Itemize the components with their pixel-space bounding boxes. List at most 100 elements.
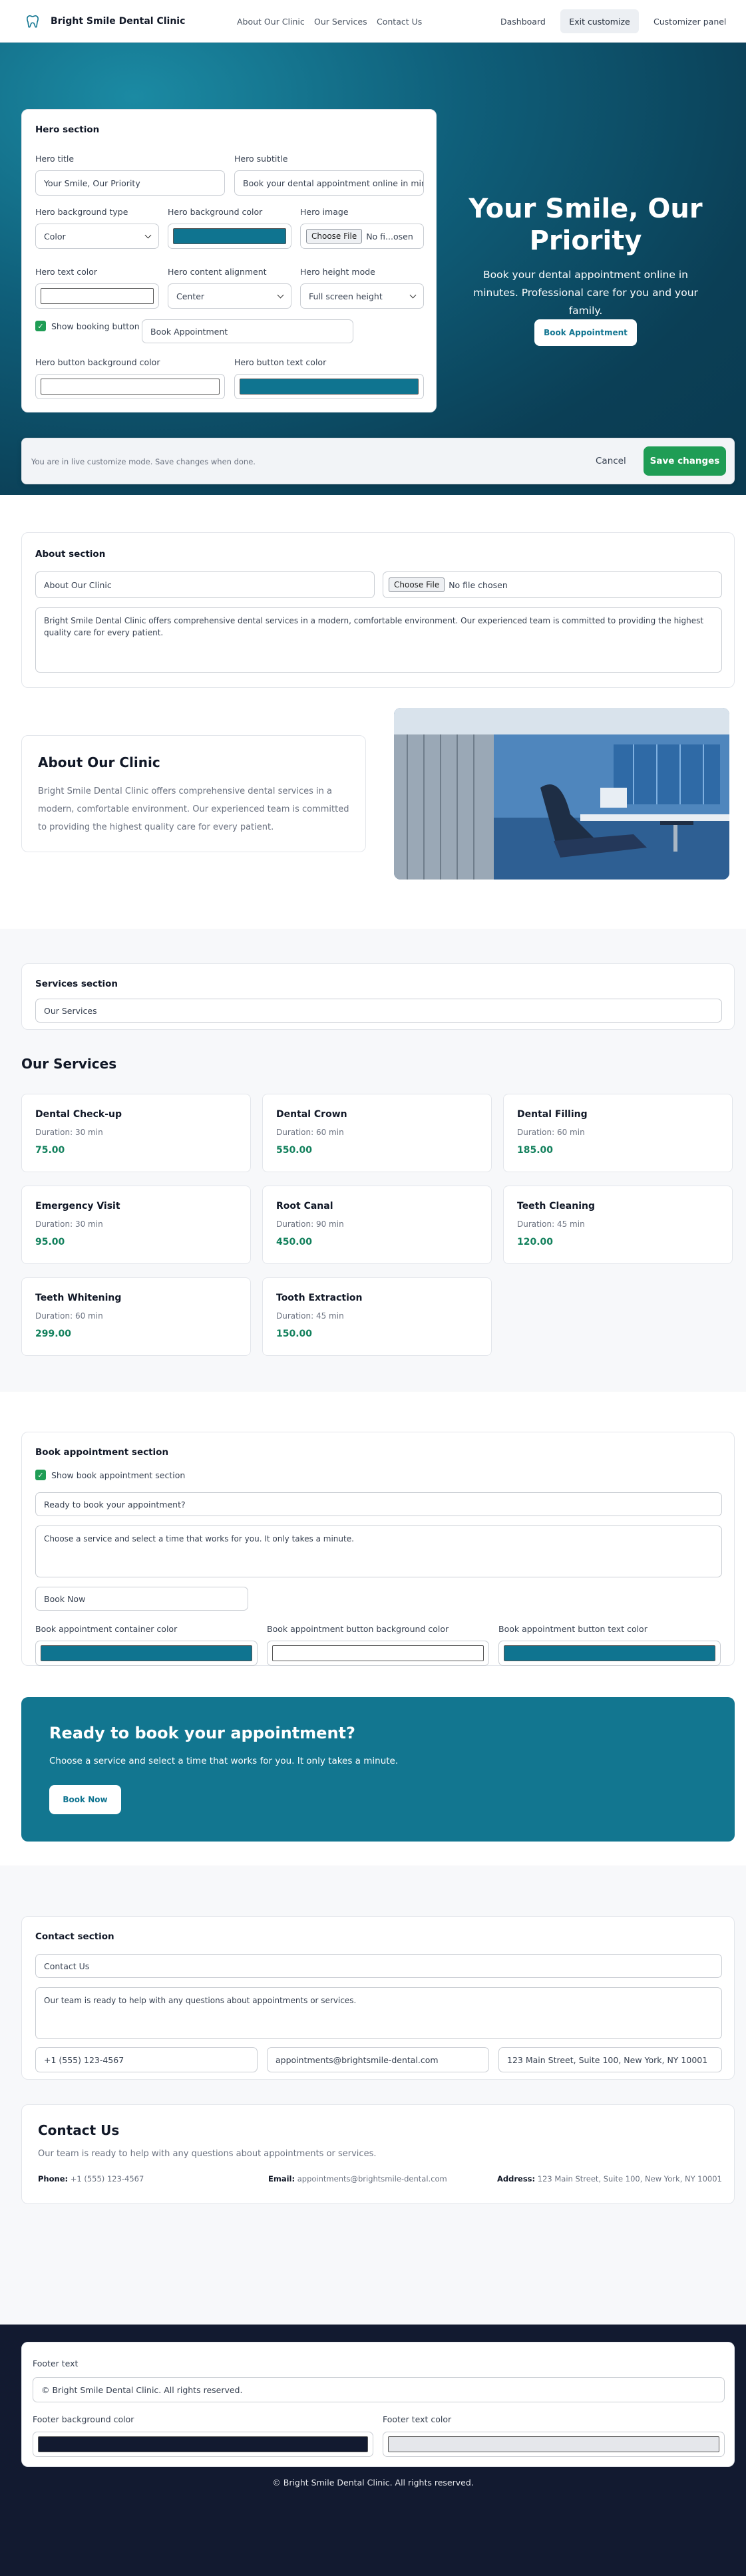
services-title-input[interactable]: Our Services (35, 999, 722, 1023)
book-btn-text-picker[interactable] (498, 1641, 721, 1666)
brand-name[interactable]: Bright Smile Dental Clinic (51, 16, 185, 27)
service-card[interactable]: Tooth Extraction Duration: 45 min 150.00 (262, 1277, 492, 1356)
book-title-input[interactable]: Ready to book your appointment? (35, 1492, 722, 1516)
clinic-photo (394, 708, 729, 880)
contact-body: Our team is ready to help with any quest… (38, 2149, 377, 2159)
customizer-panel-link[interactable]: Customizer panel (653, 17, 726, 27)
about-body-textarea[interactable]: Bright Smile Dental Clinic offers compre… (35, 607, 722, 673)
show-booking-checkbox[interactable]: ✓ (35, 321, 46, 331)
hero-panel-title: Hero section (35, 124, 100, 135)
service-name: Teeth Cleaning (517, 1201, 595, 1211)
choose-file-button[interactable]: Choose File (306, 229, 363, 243)
service-price: 120.00 (517, 1237, 554, 1247)
hero-btn-text-label: Hero button text color (234, 357, 327, 367)
phone-value[interactable]: +1 (555) 123-4567 (71, 2174, 144, 2183)
footer-settings-panel: Footer text © Bright Smile Dental Clinic… (21, 2342, 735, 2467)
service-card[interactable]: Teeth Whitening Duration: 60 min 299.00 (21, 1277, 251, 1356)
services-panel-title: Services section (35, 979, 118, 989)
service-card[interactable]: Teeth Cleaning Duration: 45 min 120.00 (503, 1186, 733, 1264)
book-banner: Ready to book your appointment? Choose a… (21, 1697, 735, 1842)
about-title-input[interactable]: About Our Clinic (35, 571, 375, 598)
service-name: Emergency Visit (35, 1201, 120, 1211)
service-card[interactable]: Root Canal Duration: 90 min 450.00 (262, 1186, 492, 1264)
contact-address-input[interactable]: 123 Main Street, Suite 100, New York, NY… (498, 2047, 722, 2072)
contact-email-input[interactable]: appointments@brightsmile-dental.com (267, 2047, 489, 2072)
book-now-button[interactable]: Book Now (49, 1785, 121, 1814)
service-duration: Duration: 30 min (35, 1219, 103, 1229)
book-btn-bg-picker[interactable] (267, 1641, 489, 1666)
book-panel-title: Book appointment section (35, 1447, 169, 1458)
book-btn-text-label: Book appointment button text color (498, 1624, 648, 1634)
email-value[interactable]: appointments@brightsmile-dental.com (297, 2174, 447, 2183)
contact-title-input[interactable]: Contact Us (35, 1954, 722, 1978)
service-card[interactable]: Dental Crown Duration: 60 min 550.00 (262, 1094, 492, 1172)
hero-image-label: Hero image (300, 207, 349, 217)
service-price: 550.00 (276, 1145, 313, 1156)
book-button-text-input[interactable]: Book Now (35, 1587, 248, 1611)
contact-body-textarea[interactable]: Our team is ready to help with any quest… (35, 1987, 722, 2039)
hero-alignment-select[interactable]: Center (168, 283, 291, 309)
exit-customize-button[interactable]: Exit customize (560, 9, 639, 33)
hero-title-input[interactable]: Your Smile, Our Priority (35, 170, 225, 196)
service-price: 185.00 (517, 1145, 554, 1156)
cancel-button[interactable]: Cancel (596, 456, 626, 466)
footer-bg-picker[interactable] (33, 2432, 373, 2457)
services-settings-panel: Services section Our Services (21, 963, 735, 1030)
book-banner-title: Ready to book your appointment? (49, 1724, 355, 1742)
service-name: Dental Filling (517, 1109, 588, 1120)
service-duration: Duration: 30 min (35, 1128, 103, 1137)
hero-booking-text-input[interactable]: Book Appointment (142, 319, 353, 343)
service-price: 450.00 (276, 1237, 313, 1247)
service-name: Dental Check-up (35, 1109, 122, 1120)
hero-book-button[interactable]: Book Appointment (534, 319, 637, 346)
service-card[interactable]: Emergency Visit Duration: 30 min 95.00 (21, 1186, 251, 1264)
service-price: 150.00 (276, 1329, 313, 1339)
choose-file-button[interactable]: Choose File (389, 577, 445, 592)
hero-text-color-label: Hero text color (35, 267, 97, 277)
service-duration: Duration: 60 min (517, 1128, 585, 1137)
save-changes-button[interactable]: Save changes (644, 446, 726, 476)
hero-image-file-input[interactable]: Choose File No fi...osen (300, 224, 424, 249)
footer-text-color-label: Footer text color (383, 2414, 452, 2424)
service-duration: Duration: 90 min (276, 1219, 344, 1229)
book-container-color-picker[interactable] (35, 1641, 258, 1666)
about-image-file-input[interactable]: Choose File No file chosen (383, 571, 722, 598)
about-body: Bright Smile Dental Clinic offers compre… (38, 786, 349, 832)
book-banner-body: Choose a service and select a time that … (49, 1756, 399, 1766)
live-mode-message: You are in live customize mode. Save cha… (31, 457, 256, 466)
contact-email: Email: appointments@brightsmile-dental.c… (268, 2174, 447, 2183)
hero-btn-bg-label: Hero button background color (35, 357, 160, 367)
hero-text-color-picker[interactable] (35, 283, 159, 309)
nav-services[interactable]: Our Services (314, 17, 367, 27)
chevron-down-icon (409, 291, 417, 298)
show-book-section-checkbox[interactable]: ✓ (35, 1470, 46, 1480)
footer-bg-label: Footer background color (33, 2414, 134, 2424)
book-btn-bg-label: Book appointment button background color (267, 1624, 449, 1634)
hero-subtitle-input[interactable]: Book your dental appointment online in m… (234, 170, 424, 196)
tooth-logo-icon (25, 15, 40, 31)
dashboard-link[interactable]: Dashboard (500, 17, 546, 27)
service-card[interactable]: Dental Filling Duration: 60 min 185.00 (503, 1094, 733, 1172)
chevron-down-icon (144, 232, 152, 238)
service-name: Teeth Whitening (35, 1293, 122, 1303)
footer-text-color-picker[interactable] (383, 2432, 725, 2457)
hero-btn-bg-picker[interactable] (35, 374, 225, 399)
address-label: Address: (497, 2174, 536, 2183)
book-body-textarea[interactable]: Choose a service and select a time that … (35, 1526, 722, 1577)
hero-btn-text-picker[interactable] (234, 374, 424, 399)
hero-bg-type-select[interactable]: Color (35, 224, 159, 249)
nav-about[interactable]: About Our Clinic (237, 17, 305, 27)
hero-bg-type-value: Color (44, 231, 66, 242)
hero-height-select[interactable]: Full screen height (300, 283, 424, 309)
hero-bg-color-picker[interactable] (168, 224, 291, 249)
service-price: 75.00 (35, 1145, 65, 1156)
contact-phone-input[interactable]: +1 (555) 123-4567 (35, 2047, 258, 2072)
footer-text-input[interactable]: © Bright Smile Dental Clinic. All rights… (33, 2377, 725, 2402)
nav-contact[interactable]: Contact Us (377, 17, 422, 27)
services-title: Our Services (21, 1056, 117, 1072)
contact-title: Contact Us (38, 2122, 120, 2138)
service-card[interactable]: Dental Check-up Duration: 30 min 75.00 (21, 1094, 251, 1172)
live-customize-bar: You are in live customize mode. Save cha… (21, 438, 735, 484)
service-name: Tooth Extraction (276, 1293, 363, 1303)
contact-settings-panel: Contact section Contact Us Our team is r… (21, 1916, 735, 2080)
